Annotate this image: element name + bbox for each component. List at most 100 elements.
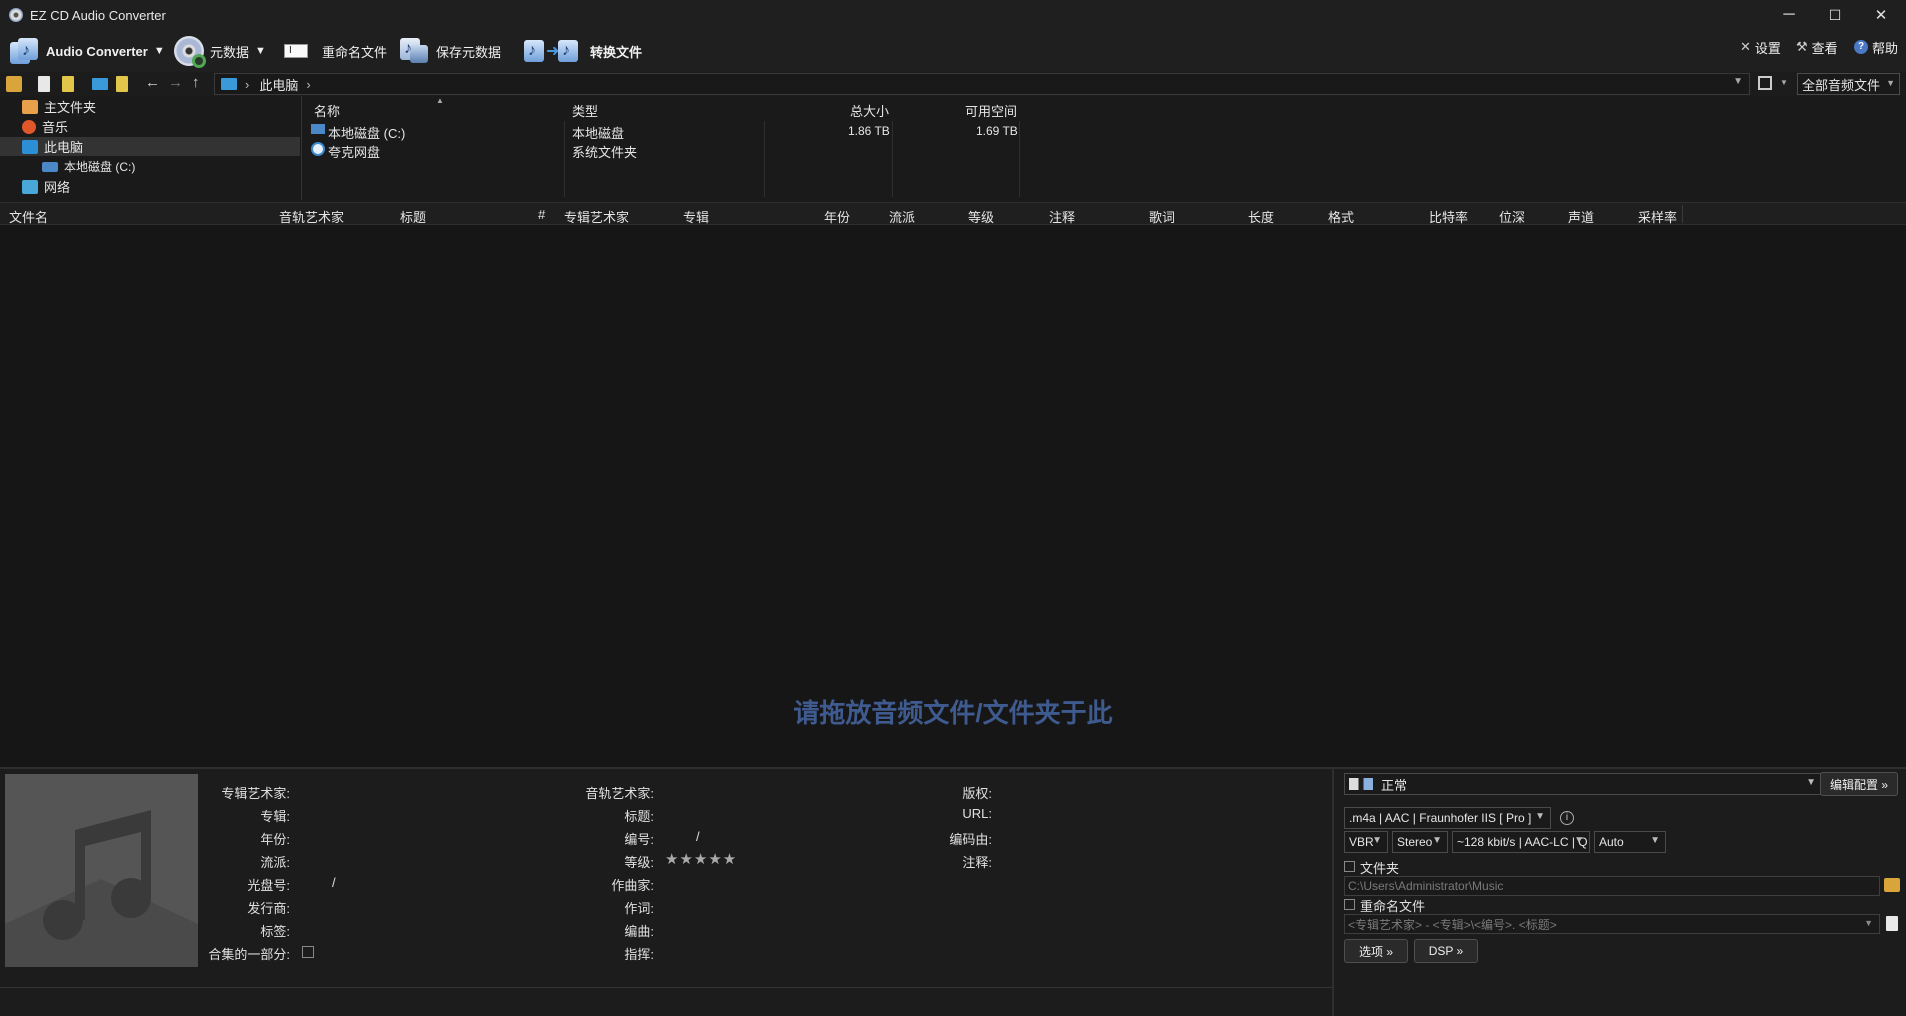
file-filter-select[interactable]: 全部音频文件 ▼ — [1797, 73, 1900, 95]
address-bar[interactable]: › 此电脑 › ▼ — [214, 73, 1750, 95]
convert-files-button[interactable]: ♪ ➜ ♪ 转换文件 — [524, 33, 642, 69]
format-value: .m4a | AAC | Fraunhofer IIS [ Pro ] — [1349, 811, 1531, 825]
column-header-filename[interactable]: 文件名 — [9, 207, 48, 226]
column-header-album[interactable]: 专辑 — [683, 207, 709, 226]
forward-arrow-icon[interactable]: → — [168, 74, 183, 91]
rename-files-button[interactable]: I 重命名文件 — [284, 33, 387, 69]
column-header-bitrate[interactable]: 比特率 — [1429, 207, 1468, 226]
computer-icon[interactable] — [92, 78, 108, 90]
home-icon — [22, 100, 38, 114]
file-table[interactable]: 文件名 音轨艺术家 标题 # 专辑艺术家 专辑 年份 流派 等级 注释 歌词 长… — [0, 202, 1906, 767]
track-number-label: 编号: — [624, 829, 654, 848]
rating-label: 等级: — [624, 852, 654, 871]
bitrate-mode-select[interactable]: VBR ▼ — [1344, 831, 1388, 853]
save-metadata-label: 保存元数据 — [436, 42, 501, 61]
drive-name: 本地磁盘 (C:) — [328, 123, 405, 142]
column-header-format[interactable]: 格式 — [1328, 207, 1354, 226]
column-header-name[interactable]: 名称 — [314, 101, 340, 120]
edit-pattern-icon[interactable] — [1886, 916, 1898, 931]
rename-pattern-field[interactable]: <专辑艺术家> - <专辑>\<编号>. <标题> ▼ — [1344, 914, 1880, 934]
column-header-sample-rate[interactable]: 采样率 — [1638, 207, 1677, 226]
column-header-rating[interactable]: 等级 — [968, 207, 994, 226]
tree-item-network[interactable]: 网络 — [0, 177, 300, 196]
quality-select[interactable]: ~128 kbit/s | AAC-LC | Q 4 ▼ — [1452, 831, 1590, 853]
minimize-button[interactable]: ─ — [1766, 0, 1812, 30]
column-header-type[interactable]: 类型 — [572, 101, 598, 120]
view-label: 查看 — [1812, 38, 1838, 57]
drive-row[interactable]: 夸克网盘 系统文件夹 — [302, 141, 1022, 159]
view-mode-icon[interactable] — [1758, 76, 1772, 90]
drive-type: 本地磁盘 — [572, 123, 624, 142]
column-header-track-number[interactable]: # — [538, 207, 545, 222]
options-button[interactable]: 选项 » — [1344, 939, 1408, 963]
open-folder-icon[interactable] — [6, 76, 22, 92]
add-file-icon[interactable] — [38, 76, 50, 92]
tree-item-label: 网络 — [44, 177, 70, 196]
channels-select[interactable]: Stereo ▼ — [1392, 831, 1448, 853]
column-header-year[interactable]: 年份 — [824, 207, 850, 226]
rename-files-label: 重命名文件 — [1360, 896, 1425, 915]
rename-checkbox[interactable] — [1344, 899, 1355, 910]
tree-item-music[interactable]: 音乐 — [0, 117, 300, 136]
output-folder-field[interactable]: C:\Users\Administrator\Music — [1344, 876, 1880, 896]
tag-label: 标签: — [260, 921, 290, 940]
channels-value: Stereo — [1397, 835, 1432, 849]
sample-rate-value: Auto — [1599, 835, 1624, 849]
chevron-down-icon: ▼ — [1432, 835, 1442, 846]
copyright-label: 版权: — [962, 783, 992, 802]
up-arrow-icon[interactable]: ↑ — [192, 74, 200, 91]
audio-converter-button[interactable]: ♪ Audio Converter ▼ — [10, 33, 165, 69]
profile-select[interactable]: 正常 ▼ — [1344, 773, 1822, 795]
back-arrow-icon[interactable]: ← — [145, 74, 160, 91]
close-button[interactable]: ✕ — [1858, 0, 1904, 30]
column-header-bit-depth[interactable]: 位深 — [1499, 207, 1525, 226]
tree-item-label: 此电脑 — [44, 137, 83, 156]
divider — [1682, 205, 1683, 223]
save-metadata-button[interactable]: ♪ 保存元数据 — [400, 33, 501, 69]
chevron-down-icon[interactable]: ▼ — [1780, 78, 1788, 87]
column-header-free-space[interactable]: 可用空间 — [965, 101, 1017, 120]
settings-button[interactable]: ✕ 设置 — [1740, 34, 1781, 60]
hammer-icon: ⚒ — [1796, 39, 1808, 55]
dsp-button[interactable]: DSP » — [1414, 939, 1478, 963]
column-header-genre[interactable]: 流派 — [889, 207, 915, 226]
tree-item-this-pc[interactable]: 此电脑 — [0, 137, 300, 156]
sort-asc-icon: ▲ — [436, 96, 444, 105]
tree-item-local-disk[interactable]: 本地磁盘 (C:) — [0, 157, 300, 176]
navigation-bar: ← → ↑ › 此电脑 › ▼ ▼ 全部音频文件 ▼ — [0, 72, 1906, 96]
metadata-button[interactable]: 元数据 ▼ — [174, 33, 266, 69]
album-art[interactable] — [5, 774, 198, 967]
column-header-comment[interactable]: 注释 — [1049, 207, 1075, 226]
view-button[interactable]: ⚒ 查看 — [1796, 34, 1838, 60]
tree-item-home[interactable]: 主文件夹 — [0, 97, 300, 116]
compilation-checkbox[interactable] — [302, 946, 314, 958]
browse-folder-icon[interactable] — [1884, 878, 1900, 892]
track-number-separator: / — [696, 829, 700, 844]
column-header-channels[interactable]: 声道 — [1568, 207, 1594, 226]
rating-stars[interactable]: ★★★★★ — [665, 850, 737, 868]
chevron-down-icon[interactable]: ▼ — [1733, 76, 1743, 87]
info-icon[interactable]: i — [1560, 811, 1574, 825]
music-file-icon[interactable] — [116, 76, 128, 92]
compilation-label: 合集的一部分: — [208, 944, 290, 963]
maximize-button[interactable]: ☐ — [1812, 0, 1858, 30]
column-header-track-artist[interactable]: 音轨艺术家 — [279, 207, 344, 226]
column-header-total-size[interactable]: 总大小 — [850, 101, 889, 120]
add-folder-icon[interactable] — [62, 76, 74, 92]
column-header-title[interactable]: 标题 — [400, 207, 426, 226]
file-filter-value: 全部音频文件 — [1802, 75, 1880, 94]
edit-profile-button[interactable]: 编辑配置 » — [1820, 772, 1898, 796]
format-select[interactable]: .m4a | AAC | Fraunhofer IIS [ Pro ] ▼ — [1344, 807, 1551, 829]
sample-rate-select[interactable]: Auto ▼ — [1594, 831, 1666, 853]
help-button[interactable]: ? 帮助 — [1854, 34, 1898, 60]
title-label: 标题: — [624, 806, 654, 825]
drive-total: 1.86 TB — [848, 124, 890, 138]
column-header-album-artist[interactable]: 专辑艺术家 — [564, 207, 629, 226]
chevron-down-icon: ▼ — [255, 45, 266, 57]
breadcrumb-location[interactable]: 此电脑 — [259, 75, 298, 94]
folder-checkbox[interactable] — [1344, 861, 1355, 872]
drive-row[interactable]: 本地磁盘 (C:) 本地磁盘 1.86 TB 1.69 TB — [302, 122, 1022, 140]
computer-icon — [22, 140, 38, 154]
column-header-length[interactable]: 长度 — [1248, 207, 1274, 226]
column-header-lyrics[interactable]: 歌词 — [1149, 207, 1175, 226]
